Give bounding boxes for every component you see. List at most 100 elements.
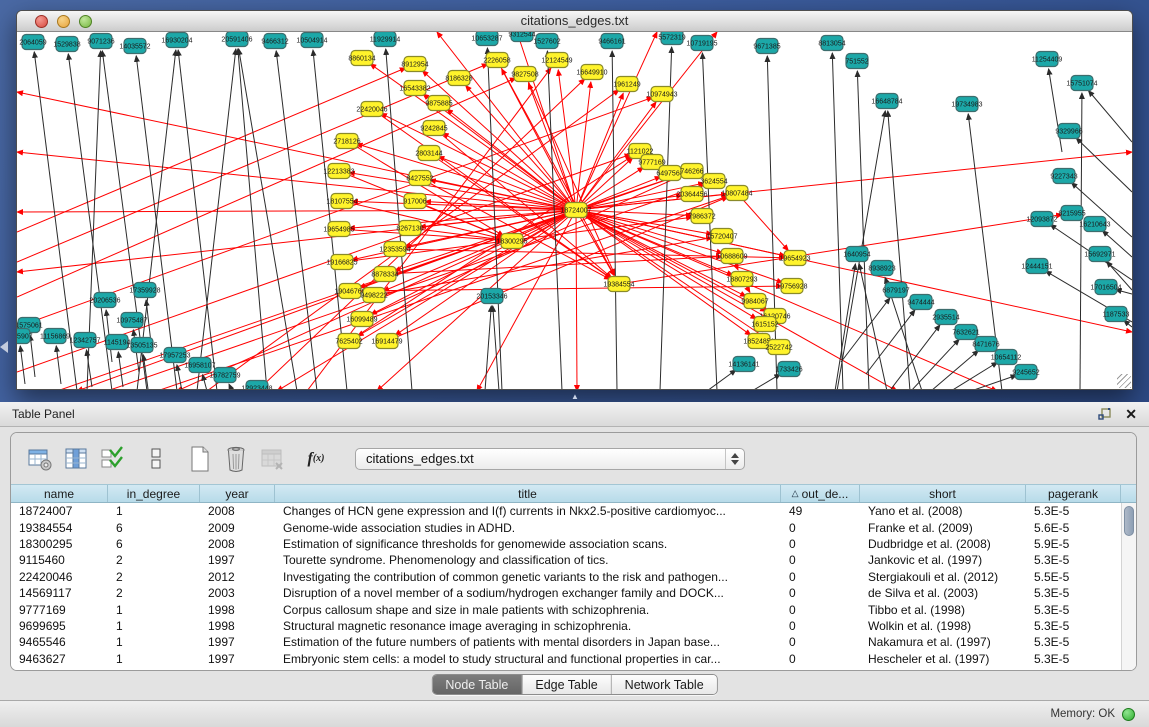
graph-node[interactable]: 9671385: [753, 39, 780, 54]
graph-node[interactable]: 751552: [845, 54, 868, 69]
graph-node[interactable]: 12342757: [69, 333, 100, 348]
graph-node[interactable]: 7632621: [952, 325, 979, 340]
table-settings-icon[interactable]: [25, 444, 55, 474]
table-cell[interactable]: 5.5E-5: [1026, 570, 1121, 584]
graph-node[interactable]: 19734983: [951, 97, 982, 112]
table-cell[interactable]: 9777169: [11, 603, 108, 617]
column-header-title[interactable]: title: [275, 485, 781, 502]
tab-network-table[interactable]: Network Table: [612, 675, 717, 694]
table-cell[interactable]: 2008: [200, 537, 275, 551]
side-panel-grip[interactable]: [0, 341, 8, 353]
graph-node[interactable]: 20364456: [676, 187, 707, 202]
table-cell[interactable]: 1: [108, 635, 200, 649]
graph-node[interactable]: 15751074: [1066, 76, 1097, 91]
graph-node[interactable]: 16930204: [161, 33, 192, 48]
graph-node[interactable]: 2226058: [483, 53, 510, 68]
graph-node[interactable]: 16914479: [371, 334, 402, 349]
graph-node[interactable]: 10653287: [471, 32, 502, 46]
table-cell[interactable]: Estimation of significance thresholds fo…: [275, 537, 781, 551]
graph-node[interactable]: 18807293: [726, 272, 757, 287]
graph-node[interactable]: 8186328: [445, 71, 472, 86]
graph-node[interactable]: 9466161: [598, 34, 625, 49]
graph-node[interactable]: 8878334: [371, 267, 398, 282]
table-selector[interactable]: citations_edges.txt: [355, 448, 745, 470]
table-cell[interactable]: 5.3E-5: [1026, 652, 1121, 666]
graph-node[interactable]: 1527602: [533, 34, 560, 49]
table-cell[interactable]: 0: [781, 537, 860, 551]
graph-edge[interactable]: [832, 53, 843, 389]
table-cell[interactable]: Stergiakouli et al. (2012): [860, 570, 1026, 584]
graph-edge[interactable]: [1049, 69, 1062, 152]
vertical-scrollbar[interactable]: [1121, 503, 1136, 671]
graph-edge[interactable]: [951, 362, 997, 389]
table-cell[interactable]: 5.3E-5: [1026, 504, 1121, 518]
graph-edge[interactable]: [207, 90, 619, 389]
table-cell[interactable]: 2: [108, 586, 200, 600]
graph-node[interactable]: 1640954: [843, 247, 870, 262]
table-cell[interactable]: 9463627: [11, 652, 108, 666]
table-cell[interactable]: 0: [781, 635, 860, 649]
graph-node[interactable]: 22420046: [356, 102, 387, 117]
graph-node[interactable]: 8813054: [818, 36, 845, 51]
graph-node[interactable]: 1187533: [1103, 307, 1130, 322]
graph-edge[interactable]: [493, 306, 499, 389]
graph-node[interactable]: 9329966: [1055, 124, 1082, 139]
delete-table-icon[interactable]: [221, 444, 251, 474]
table-cell[interactable]: de Silva et al. (2003): [860, 586, 1026, 600]
graph-node[interactable]: 11254409: [1032, 52, 1063, 67]
graph-node[interactable]: 13505135: [126, 338, 157, 353]
graph-node[interactable]: 18724007: [560, 203, 591, 218]
graph-node[interactable]: 3624554: [700, 174, 727, 189]
table-cell[interactable]: 14569117: [11, 586, 108, 600]
graph-node[interactable]: 9071236: [87, 34, 114, 49]
graph-node[interactable]: 2718126: [333, 134, 360, 149]
graph-edge[interactable]: [737, 193, 788, 251]
table-cell[interactable]: 0: [781, 521, 860, 535]
table-row[interactable]: 911546021997Tourette syndrome. Phenomeno…: [11, 552, 1136, 568]
close-window-button[interactable]: [35, 15, 48, 28]
graph-node[interactable]: 16543382: [399, 81, 430, 96]
table-cell[interactable]: 0: [781, 619, 860, 633]
table-cell[interactable]: 1998: [200, 619, 275, 633]
table-row[interactable]: 1456911722003Disruption of a novel membe…: [11, 585, 1136, 601]
graph-edge[interactable]: [56, 346, 61, 384]
table-cell[interactable]: Structural magnetic resonance image aver…: [275, 619, 781, 633]
graph-node[interactable]: 1615152: [751, 317, 778, 332]
graph-edge[interactable]: [357, 144, 576, 210]
tab-node-table[interactable]: Node Table: [432, 675, 522, 694]
graph-node[interactable]: 2935514: [932, 310, 959, 325]
graph-node[interactable]: 19166825: [326, 255, 357, 270]
graph-node[interactable]: 9242845: [420, 121, 447, 136]
table-cell[interactable]: 5.3E-5: [1026, 586, 1121, 600]
graph-edge[interactable]: [707, 370, 736, 389]
graph-node[interactable]: 17957253: [159, 348, 190, 363]
graph-node[interactable]: 8938923: [868, 261, 895, 276]
table-cell[interactable]: 0: [781, 553, 860, 567]
minimize-window-button[interactable]: [57, 15, 70, 28]
graph-node[interactable]: 18300295: [496, 234, 527, 249]
graph-node[interactable]: 17359928: [129, 283, 160, 298]
graph-edge[interactable]: [374, 238, 712, 295]
graph-edge[interactable]: [276, 51, 317, 389]
graph-node[interactable]: 12444151: [1021, 259, 1052, 274]
network-graph[interactable]: 2064059152983890712361403557216930204205…: [17, 32, 1132, 389]
row-height-icon[interactable]: [141, 444, 171, 474]
graph-edge[interactable]: [857, 71, 869, 389]
table-cell[interactable]: Nakamura et al. (1997): [860, 635, 1026, 649]
graph-node[interactable]: 16210643: [1079, 217, 1110, 232]
graph-node[interactable]: 7625402: [335, 334, 362, 349]
table-cell[interactable]: Tourette syndrome. Phenomenology and cla…: [275, 553, 781, 567]
graph-node[interactable]: 2522742: [765, 340, 792, 355]
graph-node[interactable]: 9245652: [1012, 365, 1039, 380]
graph-edge[interactable]: [835, 264, 855, 389]
graph-node[interactable]: 9474444: [907, 295, 934, 310]
table-cell[interactable]: Yano et al. (2008): [860, 504, 1026, 518]
table-cell[interactable]: 22420046: [11, 570, 108, 584]
table-cell[interactable]: Corpus callosum shape and size in male p…: [275, 603, 781, 617]
table-cell[interactable]: 9465546: [11, 635, 108, 649]
graph-node[interactable]: 9875885: [425, 96, 452, 111]
graph-node[interactable]: 20153346: [476, 289, 507, 304]
graph-edge[interactable]: [612, 51, 617, 389]
network-canvas[interactable]: 2064059152983890712361403557216930204205…: [17, 32, 1132, 389]
table-cell[interactable]: 1998: [200, 603, 275, 617]
